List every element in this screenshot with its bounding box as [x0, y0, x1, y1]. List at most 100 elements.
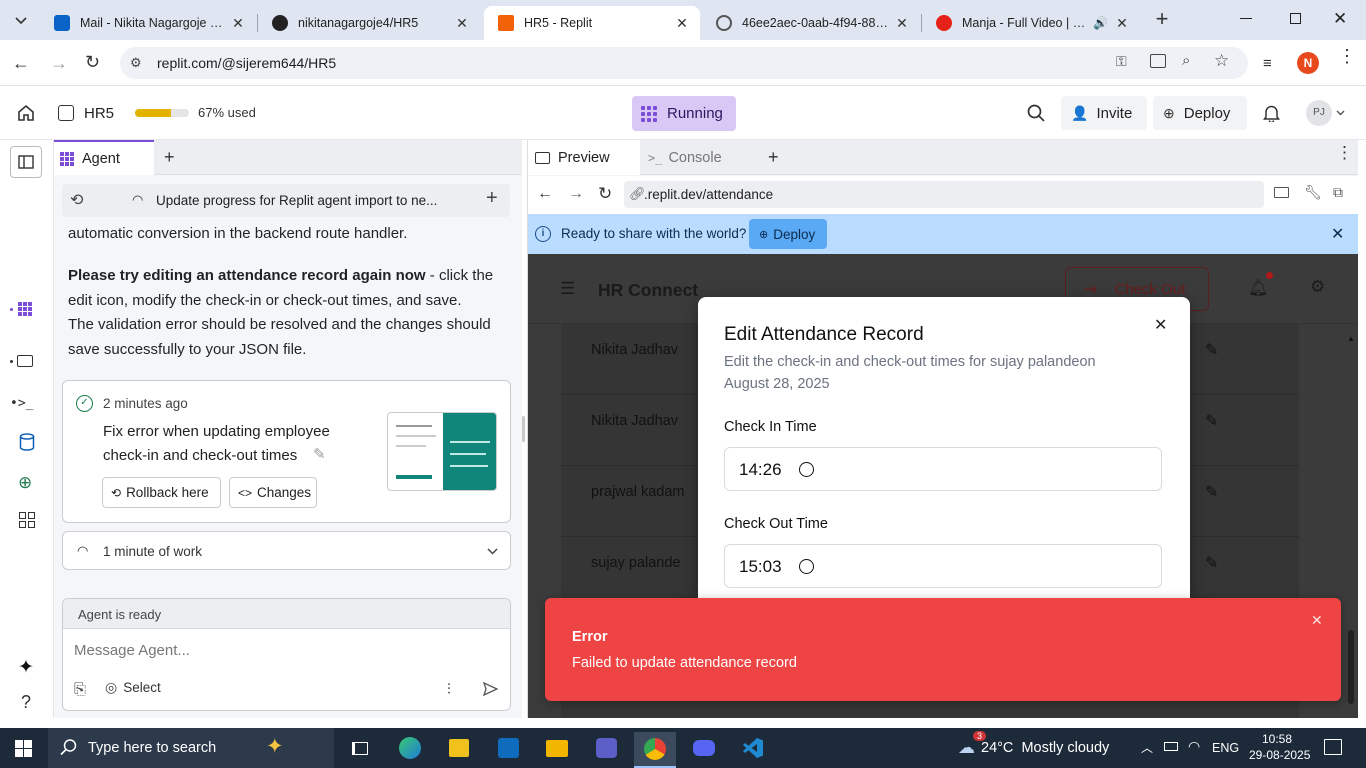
deploy-header-button[interactable]: ⊕ Deploy [1153, 96, 1247, 130]
banner-deploy-button[interactable]: ⊕ Deploy [749, 219, 827, 249]
console-rail-icon[interactable]: •>_ [10, 396, 33, 411]
language-indicator[interactable]: ENG [1212, 741, 1239, 755]
toggle-sidebar-icon[interactable] [10, 146, 42, 178]
battery-icon[interactable] [1164, 742, 1178, 751]
file-explorer-icon[interactable] [536, 732, 578, 764]
repl-name[interactable]: HR5 [84, 105, 114, 122]
new-thread-icon[interactable]: + [486, 187, 498, 210]
teams-icon[interactable] [585, 732, 627, 764]
app-scrollbar[interactable]: ▲ [1346, 334, 1356, 714]
browser-menu-icon[interactable]: ⋮ [1338, 47, 1356, 65]
media-icon[interactable]: ≡ [1263, 55, 1272, 72]
all-tools-icon[interactable] [19, 512, 35, 528]
outlook-taskbar-icon[interactable] [487, 732, 529, 764]
preview-reload-icon[interactable]: ↻ [598, 184, 612, 204]
new-agent-tab-button[interactable]: + [164, 147, 175, 168]
search-highlight-icon[interactable]: ✦ [266, 734, 284, 759]
chevron-down-icon[interactable] [487, 548, 498, 555]
send-icon[interactable] [483, 682, 498, 696]
preview-back-icon[interactable]: ← [537, 185, 553, 203]
work-summary[interactable]: ◠ 1 minute of work [62, 531, 511, 570]
attach-icon[interactable]: ⎘ [74, 681, 86, 698]
install-icon[interactable] [1150, 54, 1166, 68]
clock-icon[interactable] [799, 559, 814, 574]
edge-icon[interactable] [389, 732, 431, 764]
browser-tab-youtube[interactable]: Manja - Full Video | Kai Po 🔊 ✕ [922, 6, 1140, 40]
tab-agent[interactable]: Agent [54, 140, 154, 175]
close-icon[interactable]: ✕ [674, 15, 690, 31]
devices-icon[interactable] [1274, 187, 1289, 198]
preview-rail-icon[interactable] [10, 355, 33, 367]
invite-button[interactable]: 👤 Invite [1061, 96, 1147, 130]
site-info-icon[interactable]: ⚙ [130, 55, 142, 71]
reload-icon[interactable]: ↻ [85, 52, 100, 73]
close-icon[interactable]: ✕ [230, 15, 246, 31]
speaker-icon[interactable]: 🔊 [1093, 16, 1108, 30]
tab-preview[interactable]: Preview [528, 140, 640, 175]
preview-url-input[interactable]: 🔗︎ .replit.dev/attendance [624, 181, 1264, 208]
usage-bar[interactable] [135, 109, 189, 117]
address-bar[interactable]: ⚙ replit.com/@sijerem644/HR5 ⚿ ⌕ ☆ [120, 47, 1248, 79]
rollback-button[interactable]: ⟲ Rollback here [102, 477, 221, 508]
tab-console[interactable]: >_ Console [648, 140, 722, 175]
new-tab-button[interactable]: + [1150, 8, 1174, 32]
settings-sliders-icon[interactable]: ⫶ [447, 681, 451, 698]
edit-icon[interactable]: ✎ [1205, 340, 1218, 360]
close-icon[interactable]: ✕ [894, 15, 910, 31]
forward-icon[interactable]: → [50, 53, 68, 74]
discord-icon[interactable] [683, 732, 725, 764]
key-icon[interactable]: ⚿ [1116, 53, 1127, 70]
agent-rail-icon[interactable] [10, 302, 32, 316]
browser-tab-uuid[interactable]: 46ee2aec-0aab-4f94-8804-4 ✕ [702, 6, 920, 40]
minimize-icon[interactable] [1240, 18, 1252, 19]
bell-icon[interactable] [1263, 104, 1280, 122]
checkin-time-input[interactable]: 14:26 [724, 447, 1162, 491]
database-icon[interactable] [19, 433, 35, 451]
browser-tab-replit[interactable]: HR5 - Replit ✕ [484, 6, 700, 40]
checkout-time-input[interactable]: 15:03 [724, 544, 1162, 588]
wifi-icon[interactable]: ◠ [1188, 738, 1200, 755]
vscode-icon[interactable] [732, 732, 774, 764]
pencil-icon[interactable]: ✎ [313, 445, 326, 463]
back-icon[interactable]: ← [12, 53, 30, 74]
hamburger-menu-icon[interactable]: ☰ [560, 279, 575, 299]
clock-time[interactable]: 10:58 [1262, 732, 1292, 746]
checkpoint-thumbnail[interactable] [387, 412, 497, 491]
clock-date[interactable]: 29-08-2025 [1249, 748, 1310, 762]
chrome-icon[interactable] [634, 732, 676, 768]
close-icon[interactable]: ✕ [1114, 15, 1130, 31]
home-icon[interactable] [17, 104, 35, 122]
devtools-icon[interactable]: 🔧︎ [1304, 184, 1322, 201]
restore-icon[interactable] [1290, 13, 1301, 24]
tab-search-button[interactable] [8, 9, 34, 33]
changes-button[interactable]: <> Changes [229, 477, 317, 508]
gear-icon[interactable]: ⚙ [1310, 277, 1325, 297]
store-icon[interactable] [438, 732, 480, 764]
toast-close-icon[interactable]: ✕ [1311, 612, 1323, 629]
browser-tab-outlook[interactable]: Mail - Nikita Nagargoje - Outlook ✕ [40, 6, 256, 40]
select-element-button[interactable]: ◎ Select [105, 679, 161, 696]
message-input[interactable]: Message Agent... [63, 630, 510, 670]
history-icon[interactable]: ⟲ [70, 190, 83, 210]
edit-icon[interactable]: ✎ [1205, 482, 1218, 502]
clock-icon[interactable] [799, 462, 814, 477]
run-status-button[interactable]: Running [632, 96, 736, 131]
chevron-up-icon[interactable]: ︿ [1141, 739, 1153, 756]
open-new-window-icon[interactable]: ⧉ [1333, 184, 1343, 201]
preview-forward-icon[interactable]: → [568, 185, 584, 203]
edit-icon[interactable]: ✎ [1205, 411, 1218, 431]
bell-icon[interactable]: 🔔︎ [1248, 278, 1268, 298]
notification-center-icon[interactable] [1324, 739, 1342, 755]
panel-resize-handle[interactable] [522, 416, 525, 442]
user-avatar[interactable]: PJ [1306, 100, 1332, 126]
modal-close-icon[interactable]: ✕ [1154, 315, 1167, 335]
browser-tab-github[interactable]: nikitanagargoje4/HR5 ✕ [258, 6, 480, 40]
search-icon[interactable] [1027, 104, 1045, 122]
more-options-icon[interactable]: ⋮ [1336, 144, 1353, 161]
profile-avatar[interactable]: N [1297, 52, 1319, 74]
window-close-icon[interactable]: ✕ [1333, 9, 1347, 29]
taskbar-search[interactable]: Type here to search ✦ [48, 728, 334, 768]
windows-start-icon[interactable] [2, 732, 44, 764]
close-icon[interactable]: ✕ [1331, 224, 1344, 244]
weather-widget[interactable]: ☁ 3 24°C Mostly cloudy [958, 731, 1109, 762]
